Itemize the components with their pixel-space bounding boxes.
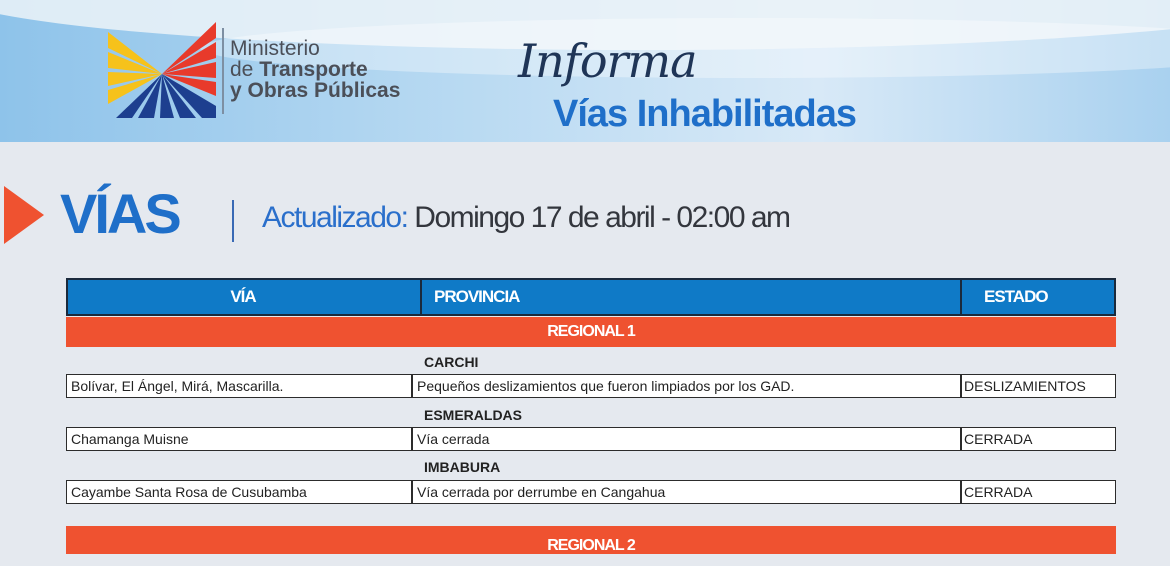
province-label: CARCHI — [424, 354, 479, 370]
column-header-via: VÍA — [230, 287, 256, 306]
regional-header: REGIONAL 2 — [66, 526, 1116, 554]
updated-value: Domingo 17 de abril - 02:00 am — [407, 201, 791, 234]
ministry-logo-icon — [108, 22, 216, 118]
cell-estado: CERRADA — [964, 431, 1033, 447]
header-divider — [420, 280, 422, 314]
updated-timestamp: Actualizado: Domingo 17 de abril - 02:00… — [262, 201, 791, 235]
cell-provincia: Vía cerrada por derrumbe en Cangahua — [417, 484, 666, 500]
cell-divider — [960, 428, 962, 450]
cell-via: Bolívar, El Ángel, Mirá, Mascarilla. — [71, 378, 284, 394]
province-label: IMBABURA — [424, 459, 501, 475]
cell-provincia: Pequeños deslizamientos que fueron limpi… — [417, 378, 795, 394]
title-divider — [232, 200, 234, 242]
logo-divider — [222, 28, 224, 114]
cell-divider — [411, 375, 413, 397]
column-header-estado: ESTADO — [984, 287, 1049, 306]
ministry-name: Ministerio de Transporte y Obras Pública… — [230, 38, 400, 101]
table-row: Cayambe Santa Rosa de Cusubamba Vía cerr… — [66, 480, 1116, 504]
ministry-line-2-prefix: de — [230, 58, 260, 81]
cell-divider — [411, 428, 413, 450]
cell-via: Cayambe Santa Rosa de Cusubamba — [71, 484, 307, 500]
header-banner: Ministerio de Transporte y Obras Pública… — [0, 0, 1170, 142]
table-row: Bolívar, El Ángel, Mirá, Mascarilla. Peq… — [66, 374, 1116, 398]
table-row: Chamanga Muisne Vía cerrada CERRADA — [66, 427, 1116, 451]
ministry-line-3: y Obras Públicas — [230, 79, 401, 102]
province-label: ESMERALDAS — [424, 407, 523, 423]
cell-estado: DESLIZAMIENTOS — [964, 378, 1086, 394]
table-header: VÍA PROVINCIA ESTADO — [66, 278, 1116, 316]
banner-subtitle: Vías Inhabilitadas — [553, 93, 857, 135]
cell-via: Chamanga Muisne — [71, 431, 189, 447]
regional-header: REGIONAL 1 — [66, 317, 1116, 347]
ministry-line-2: de Transporte — [230, 59, 400, 80]
informa-heading: Informa — [518, 34, 698, 88]
cell-estado: CERRADA — [964, 484, 1033, 500]
cell-divider — [960, 481, 962, 503]
header-divider — [960, 280, 962, 314]
arrow-triangle-icon — [4, 186, 44, 244]
page-title: VÍAS — [60, 182, 182, 245]
ministry-line-1: Ministerio — [230, 37, 320, 60]
ministry-line-2-bold: Transporte — [259, 58, 368, 81]
updated-label: Actualizado: — [262, 201, 409, 234]
column-header-provincia: PROVINCIA — [434, 287, 520, 306]
cell-provincia: Vía cerrada — [417, 431, 490, 447]
cell-divider — [960, 375, 962, 397]
cell-divider — [411, 481, 413, 503]
